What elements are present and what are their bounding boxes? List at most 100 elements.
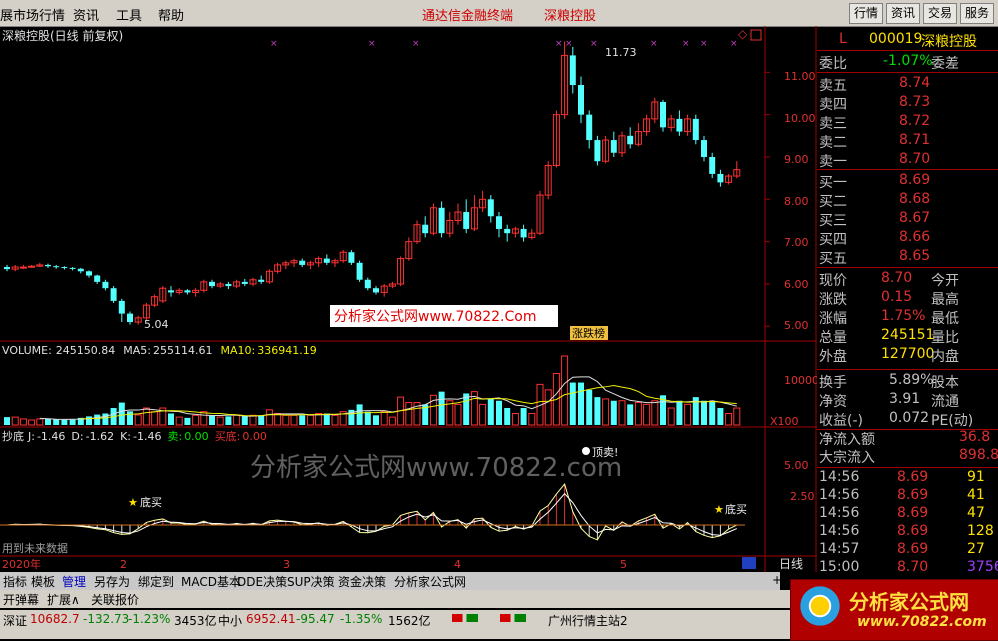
volume-bar: [134, 414, 142, 426]
expand-button[interactable]: 扩展∧: [47, 591, 80, 608]
tick-row: 14:56 8.69 47: [817, 505, 998, 523]
buy-signal-label: 底买: [140, 495, 162, 509]
x-axis-label: 2020年: [2, 557, 41, 571]
stat-row: 收益(-) 0.072 PE(动): [817, 410, 998, 429]
sell-signal-dot: [582, 447, 590, 455]
tab-sup[interactable]: SUP决策: [287, 573, 335, 590]
stat-row: 涨幅 1.75% 最低: [817, 308, 998, 327]
news-button[interactable]: 资讯: [886, 3, 921, 24]
x-axis-label: 2: [120, 558, 127, 571]
plus-icon[interactable]: +: [772, 573, 782, 587]
candle-body: [77, 268, 84, 272]
quotes-button[interactable]: 行情: [849, 3, 884, 24]
volume-bar: [496, 400, 502, 425]
ask-row: 卖一 8.70: [817, 151, 998, 170]
indicator-header: 抄底 J: -1.46 D: -1.62 K: -1.46 卖: 0.00 买底: 0.00: [2, 429, 267, 443]
svg-text:抄底J:-1.46D:-1.62K:-1.46卖:0.00买: 抄底 J: -1.46 D: -1.62 K: -1.46 卖: 0.00 买底: 0.00: [2, 429, 267, 443]
period-button[interactable]: 日线: [779, 557, 803, 571]
tab-manage[interactable]: 管理: [62, 573, 86, 590]
volume-header: VOLUME: 245150.84 MA5: 255114.61 MA10: 336941…: [2, 344, 317, 357]
candle-body: [717, 173, 724, 183]
stat-row: 外盘 127700 内盘: [817, 346, 998, 365]
sz-index-pct: -1.23%: [128, 612, 171, 626]
x-axis: 2020年 2 3 4 5: [2, 557, 627, 571]
scroll-button[interactable]: [742, 557, 756, 569]
candle-body: [28, 265, 36, 268]
volume-bar: [331, 414, 339, 426]
tab-dde[interactable]: DDE决策: [237, 573, 287, 590]
candle-body: [709, 156, 716, 174]
tab-fund[interactable]: 资金决策: [338, 573, 386, 590]
volume-bar: [676, 400, 683, 425]
stat-value: 127700: [881, 346, 935, 362]
tab-save-as[interactable]: 另存为: [94, 573, 130, 590]
star-icon: ★: [128, 496, 138, 509]
menu-help[interactable]: 帮助: [158, 5, 184, 24]
related-quotes-button[interactable]: 关联报价: [91, 591, 139, 608]
expand-icon[interactable]: [750, 29, 762, 41]
bid-level-label: 买五: [819, 251, 847, 267]
volume-bar: [634, 402, 642, 426]
ask-level-label: 卖五: [819, 78, 847, 94]
stock-chart[interactable]: × × × × × × × × × × 深粮控股(日线 前复权) 11.00 10.00 9.00…: [0, 26, 817, 572]
volume-bar: [684, 403, 692, 426]
menu-bar: 展市场行情 资讯 工具 帮助 通达信金融终端 深粮控股 行情 资讯 交易 服务: [0, 0, 998, 27]
bid-level-label: 买四: [819, 232, 847, 248]
flow-row: 大宗流入 898.8: [817, 447, 998, 466]
candle-body: [184, 290, 191, 293]
flow-label: 净流入额: [819, 432, 875, 448]
marker-icon: ×: [368, 39, 376, 49]
bid-price: 8.65: [899, 248, 931, 264]
tab-indicator[interactable]: 指标: [3, 573, 27, 590]
volume-bar: [454, 403, 462, 426]
ask-price: 8.70: [899, 151, 931, 167]
volume-bar: [701, 400, 707, 425]
volume-bar: [487, 398, 494, 425]
tick-time: 14:56: [819, 469, 860, 485]
ask-level-label: 卖一: [819, 154, 847, 170]
tab-bind[interactable]: 绑定到: [138, 573, 174, 590]
candle-body: [323, 258, 330, 263]
flow-row: 净流入额 36.8: [817, 429, 998, 448]
stat-label-right: 最低: [931, 311, 959, 327]
trade-button[interactable]: 交易: [923, 3, 958, 24]
menu-news[interactable]: 资讯: [73, 5, 99, 24]
volume-bar: [69, 419, 76, 425]
market-breadth-icon: [452, 614, 478, 622]
menu-tools[interactable]: 工具: [116, 5, 142, 24]
volume-bar: [627, 404, 634, 425]
candle-body: [258, 279, 265, 282]
server-name: 广州行情主站2: [548, 614, 628, 628]
candle-body: [61, 267, 68, 269]
tab-macd[interactable]: MACD基本: [181, 573, 241, 590]
volume-series: [4, 355, 741, 426]
volume-bar: [438, 391, 445, 425]
marker-icon: ×: [730, 39, 738, 49]
future-data-note: 用到未来数据: [2, 541, 68, 555]
volume-unit-label: X100: [770, 415, 799, 428]
menu-market[interactable]: 展市场行情: [0, 5, 65, 24]
volume-bar: [94, 414, 101, 425]
volume-bar: [520, 408, 527, 425]
stat-label-right: 量比: [931, 330, 959, 346]
service-button[interactable]: 服务: [960, 3, 995, 24]
tick-row: 14:56 8.69 91: [817, 469, 998, 487]
danmaku-button[interactable]: 开弹幕: [3, 591, 39, 608]
tick-time: 14:56: [819, 487, 860, 503]
marker-icon: ×: [412, 39, 420, 49]
candle-body: [110, 288, 117, 301]
tick-time: 14:56: [819, 505, 860, 521]
diamond-icon[interactable]: ◇: [738, 27, 748, 41]
stat-label: 现价: [819, 273, 847, 289]
tab-template[interactable]: 模板: [31, 573, 55, 590]
bid-price: 8.68: [899, 191, 931, 207]
candle-body: [168, 290, 174, 293]
market-flag: L: [839, 31, 847, 47]
tick-time: 15:00: [819, 559, 860, 575]
candle-body: [594, 140, 601, 162]
indicator-line-d: [6, 492, 737, 536]
candle-body: [102, 281, 109, 289]
volume-bar: [578, 382, 584, 425]
volume-bar: [290, 414, 298, 426]
tab-fxj[interactable]: 分析家公式网: [394, 573, 466, 590]
